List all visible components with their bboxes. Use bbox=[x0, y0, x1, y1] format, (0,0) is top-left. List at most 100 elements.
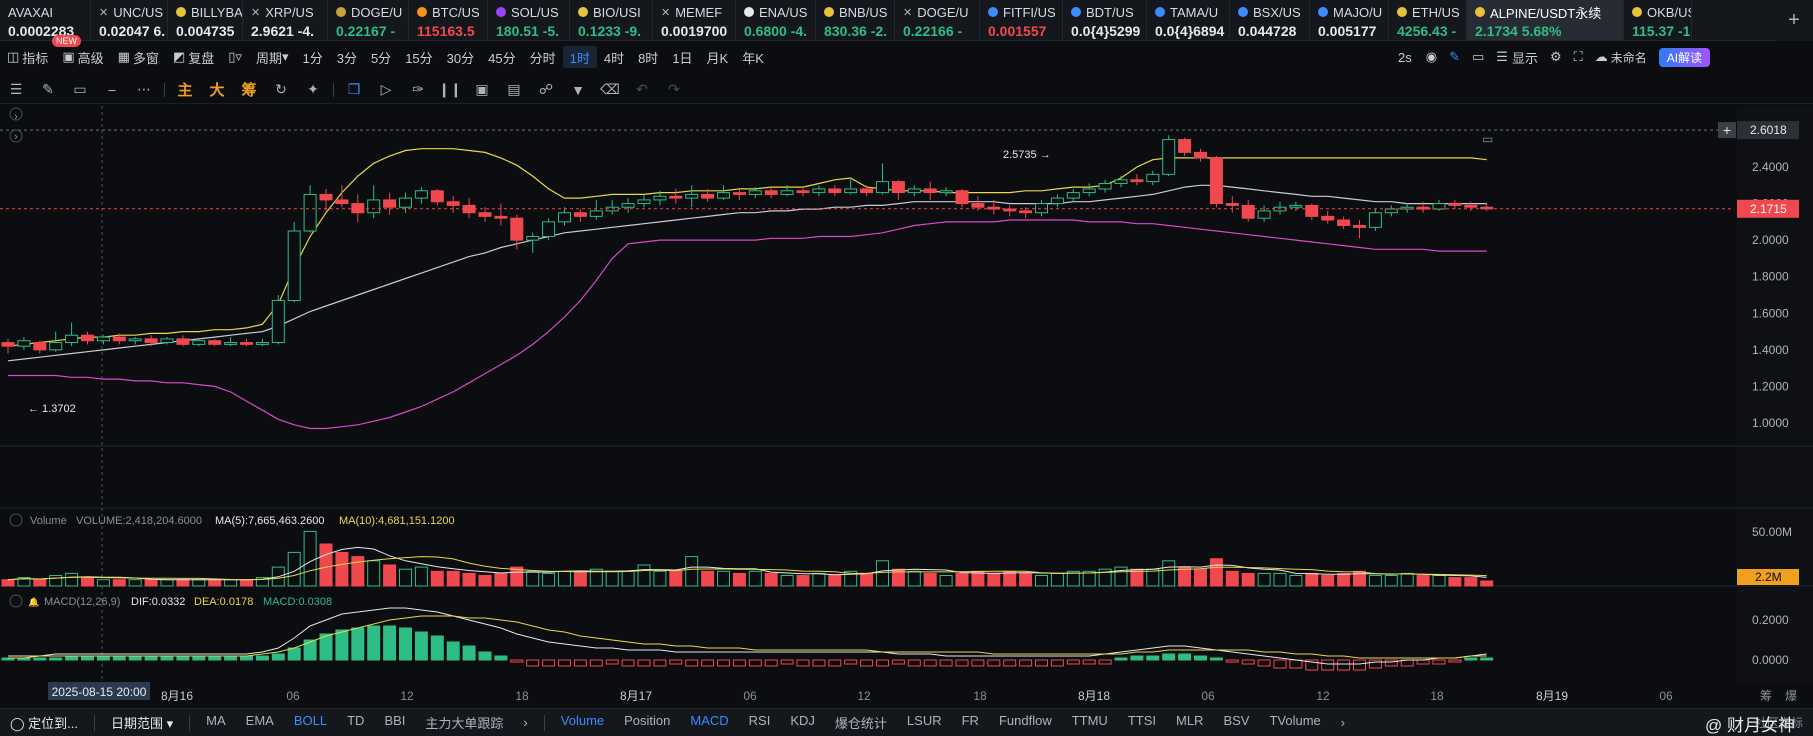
indicator-tab[interactable]: TTSI bbox=[1118, 713, 1166, 732]
ticker-item[interactable]: ETH/US 4256.43 - bbox=[1389, 0, 1467, 40]
brush-icon[interactable]: ✑ bbox=[407, 79, 429, 101]
clipboard-icon[interactable]: ▣ bbox=[471, 79, 493, 101]
indicator-tab[interactable]: LSUR bbox=[897, 713, 952, 732]
expand-icon[interactable]: ▭ bbox=[1482, 132, 1493, 146]
ticker-item[interactable]: ✕ MEMEF 0.0019700 bbox=[653, 0, 736, 40]
interval-5[interactable]: 45分 bbox=[481, 46, 522, 68]
interval-2[interactable]: 5分 bbox=[364, 46, 398, 68]
ticker-item[interactable]: SOL/US 180.51 -5. bbox=[488, 0, 570, 40]
ticker-item[interactable]: DOGE/U 0.22167 - bbox=[328, 0, 409, 40]
indicator-tab[interactable]: Position bbox=[614, 713, 680, 732]
note-icon[interactable]: ▤ bbox=[503, 79, 525, 101]
indicator-tab[interactable]: TTMU bbox=[1062, 713, 1118, 732]
chip-distribution-chip[interactable]: 筹 bbox=[238, 79, 260, 101]
indicator-tab[interactable]: BSV bbox=[1213, 713, 1259, 732]
window-icon[interactable]: ▭ bbox=[1472, 49, 1484, 65]
interval-10[interactable]: 1日 bbox=[665, 46, 699, 68]
indicator-tab[interactable]: KDJ bbox=[780, 713, 825, 732]
indicator-tab[interactable]: MLR bbox=[1166, 713, 1213, 732]
copy-icon[interactable]: ❐ bbox=[343, 79, 365, 101]
menu-icon[interactable]: ☰ bbox=[5, 79, 27, 101]
ticker-item[interactable]: ENA/US 0.6800 -4. bbox=[736, 0, 816, 40]
ticker-item[interactable]: OKB/US 115.37 -1. bbox=[1624, 0, 1692, 40]
sync-icon[interactable]: ↻ bbox=[270, 79, 292, 101]
pen-icon[interactable]: ✎ bbox=[37, 79, 59, 101]
indicator-tab[interactable]: FR bbox=[952, 713, 989, 732]
indicator-tab[interactable]: 主力大单跟踪 bbox=[415, 713, 513, 732]
chart-area[interactable]: 2.40002.20002.00001.80001.60001.40001.20… bbox=[0, 106, 1813, 708]
indicator-tab[interactable]: BOLL bbox=[284, 713, 337, 732]
refresh-interval[interactable]: 2s bbox=[1398, 50, 1412, 65]
chevron-right-icon[interactable]: › bbox=[513, 715, 537, 730]
ticker-item[interactable]: MAJO/U 0.005177 bbox=[1310, 0, 1389, 40]
close-icon[interactable]: ✕ bbox=[99, 6, 108, 19]
interval-12[interactable]: 年K bbox=[735, 46, 771, 68]
ticker-item[interactable]: ALPINE/USDT永续 2.1734 5.68% bbox=[1467, 0, 1624, 40]
layout-name[interactable]: 未命名 bbox=[1611, 49, 1647, 66]
close-icon[interactable]: ✕ bbox=[903, 6, 912, 19]
ticker-item[interactable]: ✕ XRP/US 2.9621 -4. bbox=[243, 0, 328, 40]
line-icon[interactable]: ⎯ bbox=[101, 79, 123, 101]
interval-1[interactable]: 3分 bbox=[330, 46, 364, 68]
interval-7[interactable]: 1时 bbox=[562, 46, 597, 68]
fullscreen-icon[interactable]: ⛶ bbox=[1574, 49, 1583, 65]
interval-0[interactable]: 1分 bbox=[295, 46, 329, 68]
link-icon[interactable]: ☍ bbox=[535, 79, 557, 101]
ticker-item[interactable]: TAMA/U 0.0{4}6894 bbox=[1147, 0, 1230, 40]
indicator-tab[interactable]: MA bbox=[196, 713, 236, 732]
ticker-item[interactable]: FITFI/US 0.001557 bbox=[980, 0, 1063, 40]
indicator-tab[interactable]: EMA bbox=[236, 713, 284, 732]
ticker-item[interactable]: ✕ DOGE/U 0.22166 - bbox=[895, 0, 980, 40]
indicator-tab[interactable]: TD bbox=[337, 713, 374, 732]
redo-icon[interactable]: ↷ bbox=[663, 79, 685, 101]
big-order-chip[interactable]: 大 bbox=[206, 79, 228, 101]
ticker-item[interactable]: BDT/US 0.0{4}5299 bbox=[1063, 0, 1147, 40]
ticker-item[interactable]: BNB/US 830.36 -2. bbox=[816, 0, 895, 40]
ai-analysis-button[interactable]: AI解读 bbox=[1658, 47, 1711, 67]
ticker-item[interactable]: BTC/US 115163.5 bbox=[409, 0, 488, 40]
ruler-icon[interactable]: ▷ bbox=[375, 79, 397, 101]
multi-window-button[interactable]: ▦ 多窗 bbox=[111, 46, 166, 68]
interval-3[interactable]: 15分 bbox=[398, 46, 439, 68]
price-chart[interactable]: 2.40002.20002.00001.80001.60001.40001.20… bbox=[0, 106, 1813, 708]
interval-9[interactable]: 8时 bbox=[631, 46, 665, 68]
indicator-tab[interactable]: MACD bbox=[680, 713, 738, 732]
advanced-button[interactable]: ▣ 高级 bbox=[55, 46, 110, 68]
main-chip[interactable]: 主 bbox=[174, 79, 196, 101]
add-ticker-button[interactable]: + bbox=[1775, 0, 1813, 41]
display-button[interactable]: 显示 bbox=[1512, 48, 1538, 67]
rectangle-icon[interactable]: ▭ bbox=[69, 79, 91, 101]
ticker-item[interactable]: BIO/USI 0.1233 -9. bbox=[570, 0, 653, 40]
indicator-tab[interactable]: 爆仓统计 bbox=[825, 713, 897, 732]
interval-6[interactable]: 分时 bbox=[523, 46, 563, 68]
interval-8[interactable]: 4时 bbox=[597, 46, 631, 68]
list-icon[interactable]: ☰ bbox=[1496, 49, 1508, 65]
chevron-right-icon[interactable]: › bbox=[1331, 715, 1355, 730]
trash-icon[interactable]: ⌫ bbox=[599, 79, 621, 101]
magic-icon[interactable]: ✦ bbox=[302, 79, 324, 101]
more-icon[interactable]: ⋯ bbox=[133, 79, 155, 101]
locate-button[interactable]: ◯ 定位到... bbox=[0, 713, 88, 732]
indicator-tab[interactable]: BBI bbox=[374, 713, 415, 732]
date-range-dropdown[interactable]: 日期范围 ▾ bbox=[101, 713, 183, 732]
period-dropdown[interactable]: 周期 ▾ bbox=[249, 46, 296, 68]
close-icon[interactable]: ✕ bbox=[251, 6, 260, 19]
indicator-tab[interactable]: Fundflow bbox=[989, 713, 1062, 732]
camera-icon[interactable]: ◉ bbox=[1426, 49, 1437, 65]
indicator-tab[interactable]: TVolume bbox=[1259, 713, 1330, 732]
replay-button[interactable]: ◩ 复盘 bbox=[166, 46, 221, 68]
interval-11[interactable]: 月K bbox=[700, 46, 736, 68]
indicator-tab[interactable]: RSI bbox=[739, 713, 781, 732]
ticker-item[interactable]: BILLYBA 0.004735 bbox=[168, 0, 243, 40]
indicator-tab[interactable]: Volume bbox=[551, 713, 614, 732]
bars-icon[interactable]: ❙❙ bbox=[438, 79, 461, 101]
settings-icon[interactable]: ⚙ bbox=[1550, 49, 1562, 65]
pencil-icon[interactable]: ✎ bbox=[1449, 49, 1460, 65]
ticker-item[interactable]: BSX/US 0.044728 bbox=[1230, 0, 1310, 40]
close-icon[interactable]: ✕ bbox=[661, 6, 670, 19]
indicator-button[interactable]: ◫ 指标 bbox=[0, 46, 55, 68]
ticker-item[interactable]: ✕ UNC/US 0.02047 6. bbox=[91, 0, 168, 40]
interval-4[interactable]: 30分 bbox=[440, 46, 481, 68]
chart-type-button[interactable]: ▯▿ bbox=[221, 46, 249, 68]
undo-icon[interactable]: ↶ bbox=[631, 79, 653, 101]
